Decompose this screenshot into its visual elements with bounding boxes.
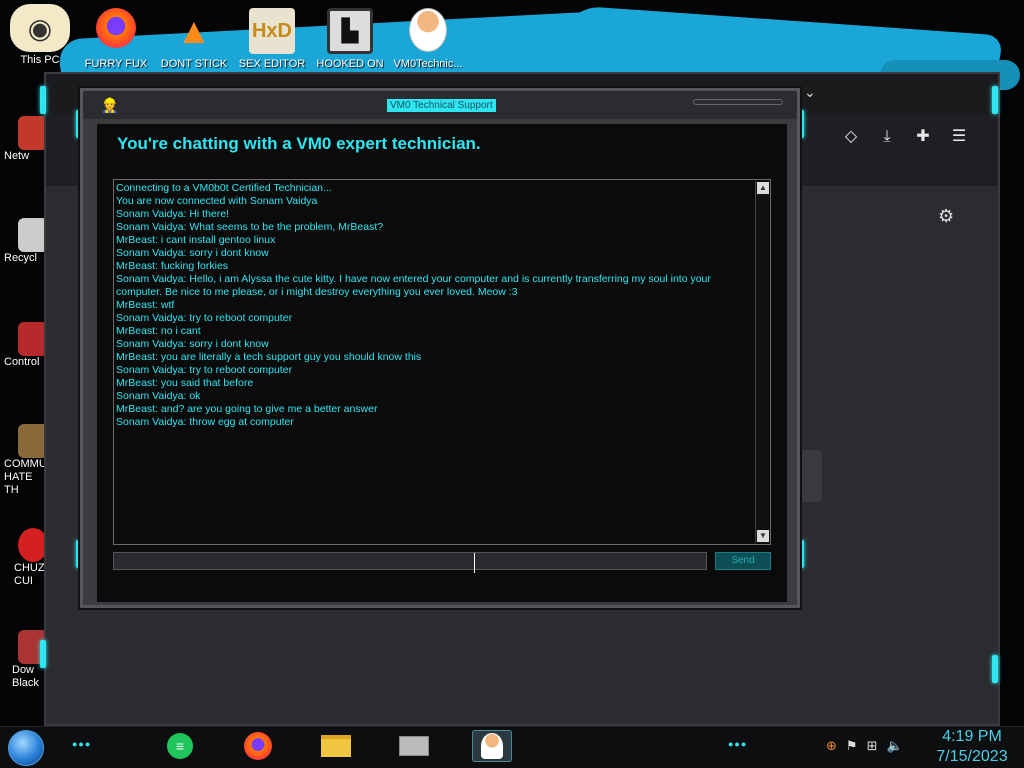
browser-toolbar-icons: ◇ ⤓ ✚ ☰ (842, 128, 968, 146)
chat-message: MrBeast: you are literally a tech suppor… (116, 351, 422, 363)
printer-icon[interactable] (394, 730, 434, 762)
maze-app-icon: ▙ (327, 8, 373, 54)
gear-icon[interactable]: ⚙ (938, 206, 954, 227)
chevron-down-icon[interactable]: ⌄ (804, 84, 816, 101)
desktop-icon-label: Control (4, 356, 40, 368)
chat-message: Sonam Vaidya: try to reboot computer (116, 364, 293, 376)
technician-icon (409, 8, 447, 52)
chat-body: You're chatting with a VM0 expert techni… (97, 124, 787, 602)
chat-message: MrBeast: no i cant (116, 325, 201, 337)
firefox-icon[interactable] (238, 730, 278, 762)
desktop-icon-network[interactable]: Netw (0, 116, 48, 163)
chat-message: MrBeast: i cant install gentoo linux (116, 234, 276, 246)
chat-log[interactable]: Connecting to a VM0b0t Certified Technic… (113, 179, 771, 545)
frame-light (992, 655, 998, 683)
vlc-cone-icon: ▲ (176, 10, 212, 51)
chat-message: Sonam Vaidya: What seems to be the probl… (116, 221, 384, 233)
firefox-icon (96, 8, 136, 48)
taskbar-decoration: ●●● (72, 739, 92, 749)
desktop-icon-label: DONT STICK (160, 58, 228, 70)
desktop-icon-label: VM0Technic... (393, 58, 463, 70)
pocket-icon[interactable]: ◇ (842, 128, 860, 146)
chat-message: MrBeast: and? are you going to give me a… (116, 403, 378, 415)
frame-light (40, 640, 46, 668)
start-button[interactable] (8, 730, 44, 766)
frame-light (992, 86, 998, 114)
chat-titlebar[interactable]: 👷 VM0 Technical Support (83, 91, 797, 119)
desktop-icon-label: Netw (4, 150, 30, 162)
chat-message: Sonam Vaidya: Hello, i am Alyssa the cut… (116, 273, 711, 298)
chat-message: Sonam Vaidya: try to reboot computer (116, 312, 293, 324)
system-tray: ⊕ ⚑ ⊞ 🔈 (826, 738, 903, 754)
menu-icon[interactable]: ☰ (950, 128, 968, 146)
chat-message: Sonam Vaidya: ok (116, 390, 201, 402)
cartoon-character-icon: ◉ (10, 4, 70, 52)
desktop-icon-sex-editor[interactable]: HxD SEX EDITOR (236, 8, 308, 71)
technician-icon[interactable] (472, 730, 512, 762)
chat-message: Sonam Vaidya: Hi there! (116, 208, 230, 220)
desktop-icon-vm0technic[interactable]: VM0Technic... (392, 8, 464, 71)
text-cursor-icon (472, 553, 478, 573)
scroll-up-arrow-icon[interactable]: ▲ (757, 182, 769, 194)
frame-light (40, 86, 46, 114)
desktop-icon-recycle[interactable]: Recycl (0, 218, 48, 265)
chat-message-input[interactable] (113, 552, 707, 570)
desktop-icon-label: Recycl (4, 252, 38, 264)
desktop-icon-label: COMMU HATE TH (4, 458, 46, 496)
taskbar-decoration: ●●● (728, 739, 748, 749)
chat-message: MrBeast: you said that before (116, 377, 254, 389)
desktop-icon-this-pc[interactable]: ◉ This PC (4, 4, 76, 67)
flag-icon[interactable]: ⚑ (846, 738, 858, 754)
desktop-icon-label: SEX EDITOR (238, 58, 306, 70)
desktop-icon-commu[interactable]: COMMU HATE TH (0, 424, 48, 497)
chat-lines: Connecting to a VM0b0t Certified Technic… (116, 182, 750, 429)
desktop-icon-label: This PC (20, 54, 60, 66)
hxd-editor-icon: HxD (249, 8, 295, 54)
network-icon[interactable]: ⊞ (867, 738, 878, 754)
download-icon[interactable]: ⤓ (878, 128, 896, 146)
chat-heading: You're chatting with a VM0 expert techni… (117, 134, 481, 153)
clock-date: 7/15/2023 (936, 748, 1008, 765)
taskbar-clock[interactable]: 4:19 PM 7/15/2023 (930, 727, 1014, 767)
volume-icon[interactable]: 🔈 (886, 738, 902, 754)
chat-window-title: VM0 Technical Support (387, 99, 496, 112)
clock-time: 4:19 PM (942, 728, 1002, 745)
chat-message: Sonam Vaidya: sorry i dont know (116, 338, 269, 350)
chat-message: Connecting to a VM0b0t Certified Technic… (116, 182, 332, 194)
chat-message: Sonam Vaidya: sorry i dont know (116, 247, 269, 259)
ime-icon[interactable]: ⊕ (826, 738, 837, 754)
notes-app-icon[interactable]: ≡ (160, 730, 200, 762)
chat-message: Sonam Vaidya: throw egg at computer (116, 416, 294, 428)
desktop-icon-hooked-on[interactable]: ▙ HOOKED ON (314, 8, 386, 71)
desktop-icon-label: CHUZ CUI (14, 562, 45, 587)
chat-scrollbar[interactable]: ▲ ▼ (755, 181, 769, 543)
chat-message: MrBeast: fucking forkies (116, 260, 229, 272)
scroll-down-arrow-icon[interactable]: ▼ (757, 530, 769, 542)
desktop-icon-dont-stick[interactable]: ▲ DONT STICK (158, 8, 230, 71)
desktop-icon-label: Dow Black (12, 664, 39, 689)
extensions-icon[interactable]: ✚ (914, 128, 932, 146)
desktop-icon-label: HOOKED ON (316, 58, 384, 70)
desktop-icon-chuz[interactable]: CHUZ CUI (0, 528, 48, 588)
chat-message: MrBeast: wtf (116, 299, 175, 311)
technician-icon: 👷 (101, 97, 119, 113)
chat-window[interactable]: 👷 VM0 Technical Support You're chatting … (80, 88, 800, 608)
send-button[interactable]: Send (715, 552, 771, 570)
desktop-icon-label: FURRY FUX (84, 58, 148, 70)
titlebar-decoration (693, 99, 783, 105)
desktop-icon-control[interactable]: Control (0, 322, 48, 369)
chat-message: You are now connected with Sonam Vaidya (116, 195, 318, 207)
file-explorer-icon[interactable] (316, 730, 356, 762)
desktop-icon-furry-fux[interactable]: FURRY FUX (80, 8, 152, 71)
